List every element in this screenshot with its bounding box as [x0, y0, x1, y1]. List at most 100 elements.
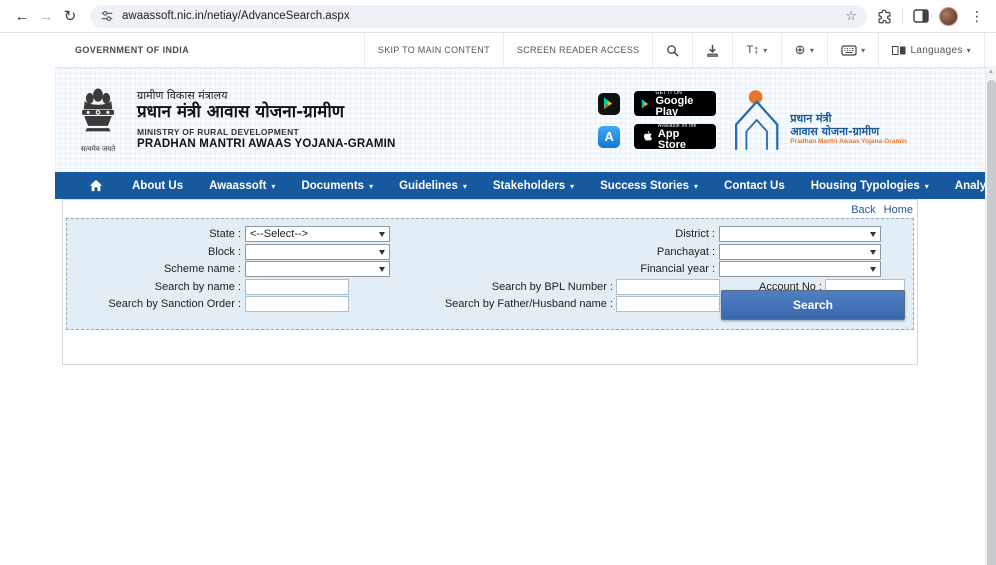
page-scrollbar[interactable]: ▲ — [985, 66, 996, 565]
bpl-number-label: Search by BPL Number : — [443, 281, 613, 293]
browser-menu-icon[interactable]: ⋮ — [968, 8, 986, 25]
nav-home[interactable] — [73, 172, 119, 199]
search-panel: Back Home State : <--Select--> District … — [62, 199, 918, 365]
nav-documents[interactable]: Documents ▾ — [288, 172, 386, 199]
state-select[interactable]: <--Select--> — [245, 226, 390, 242]
block-select[interactable] — [245, 244, 390, 260]
pmayg-house-icon — [730, 88, 788, 152]
extensions-icon[interactable] — [877, 9, 892, 24]
nav-label: Housing Typologies — [811, 180, 920, 192]
skip-label: SKIP TO MAIN CONTENT — [378, 45, 490, 55]
address-bar[interactable]: awaassoft.nic.in/netiay/AdvanceSearch.as… — [90, 5, 867, 28]
text-size-button[interactable]: T↕ ▾ — [732, 33, 780, 67]
forward-icon[interactable]: → — [34, 8, 58, 25]
side-panel-icon[interactable] — [913, 9, 929, 23]
father-husband-name-input[interactable] — [616, 296, 720, 312]
download-button[interactable] — [692, 33, 732, 67]
bpl-number-input[interactable] — [616, 279, 720, 295]
screen-reader-label: SCREEN READER ACCESS — [517, 45, 640, 55]
app-store-badge[interactable]: Available on the App Store — [634, 124, 716, 149]
chevron-down-icon — [379, 232, 385, 240]
ashoka-emblem-icon — [76, 87, 120, 145]
search-by-name-input[interactable] — [245, 279, 349, 295]
skip-to-main-content-link[interactable]: SKIP TO MAIN CONTENT — [364, 33, 503, 67]
nav-about-us[interactable]: About Us — [119, 172, 196, 199]
state-label: State : — [71, 228, 241, 240]
scrollbar-up-icon[interactable]: ▲ — [986, 66, 996, 79]
google-play-badge[interactable]: GET IT ON Google Play — [634, 91, 716, 116]
google-play-name: Google Play — [656, 96, 710, 118]
search-button[interactable] — [652, 33, 692, 67]
nav-label: Contact Us — [724, 180, 785, 192]
search-submit-button[interactable]: Search — [721, 290, 905, 320]
nav-contact-us[interactable]: Contact Us — [711, 172, 798, 199]
nav-guidelines[interactable]: Guidelines ▾ — [386, 172, 480, 199]
nav-label: Documents — [301, 180, 364, 192]
page: GOVERNMENT OF INDIA SKIP TO MAIN CONTENT… — [0, 33, 996, 565]
chevron-down-icon — [379, 267, 385, 275]
chevron-down-icon: ▾ — [925, 182, 929, 191]
nav-label: About Us — [132, 180, 183, 192]
nav-awaassoft[interactable]: Awaassoft ▾ — [196, 172, 288, 199]
nav-stakeholders[interactable]: Stakeholders ▾ — [480, 172, 587, 199]
home-link[interactable]: Home — [884, 204, 913, 216]
utility-actions: SKIP TO MAIN CONTENT SCREEN READER ACCES… — [364, 33, 985, 67]
header-right: GET IT ON Google Play A Available on the — [598, 88, 985, 152]
theme-contrast-button[interactable]: ⊕ ▾ — [781, 33, 828, 67]
advanced-search-form: State : <--Select--> District : Block : … — [66, 218, 914, 330]
nav-label: Stakeholders — [493, 180, 565, 192]
search-icon — [666, 44, 679, 57]
languages-menu[interactable]: Languages ▾ — [878, 33, 985, 67]
apple-icon — [641, 130, 653, 144]
logo-line1: प्रधान मंत्री — [790, 112, 907, 125]
pmayg-logo-text: प्रधान मंत्री आवास योजना-ग्रामीण Pradhan… — [790, 112, 907, 152]
app-store-row: A Available on the App Store — [598, 124, 716, 149]
panchayat-select[interactable] — [719, 244, 881, 260]
sanction-order-input[interactable] — [245, 296, 349, 312]
chevron-down-icon — [379, 250, 385, 258]
main-content: Back Home State : <--Select--> District … — [55, 199, 985, 365]
bookmark-icon[interactable]: ☆ — [845, 8, 857, 24]
district-label: District : — [565, 228, 715, 240]
url-text[interactable]: awaassoft.nic.in/netiay/AdvanceSearch.as… — [122, 10, 350, 22]
brand-block[interactable]: सत्यमेव जयते ग्रामीण विकास मंत्रालय प्रध… — [55, 87, 396, 154]
site-info-icon[interactable] — [100, 9, 114, 23]
scheme-title-hindi: प्रधान मंत्री आवास योजना-ग्रामीण — [137, 102, 396, 123]
app-store-name: App Store — [658, 129, 709, 151]
google-play-mini-icon[interactable] — [598, 93, 620, 115]
browser-toolbar: ← → ↻ awaassoft.nic.in/netiay/AdvanceSea… — [0, 0, 996, 33]
financial-year-select[interactable] — [719, 261, 881, 277]
national-emblem: सत्यमेव जयते — [69, 87, 127, 154]
panel-spacer — [63, 330, 917, 364]
virtual-keyboard-button[interactable]: ▾ — [827, 33, 878, 67]
scrollbar-thumb[interactable] — [987, 80, 996, 565]
financial-year-label: Financial year : — [565, 263, 715, 275]
chevron-down-icon: ▾ — [967, 46, 971, 55]
site-shell: GOVERNMENT OF INDIA SKIP TO MAIN CONTENT… — [55, 33, 985, 365]
block-label: Block : — [71, 246, 241, 258]
nav-label: Awaassoft — [209, 180, 266, 192]
contrast-icon: ⊕ — [795, 42, 806, 58]
back-link[interactable]: Back — [851, 204, 875, 216]
logo-line3: Pradhan Mantri Awaas Yojana-Gramin — [790, 138, 907, 146]
nav-housing-typologies[interactable]: Housing Typologies ▾ — [798, 172, 942, 199]
ministry-title-english: MINISTRY OF RURAL DEVELOPMENT — [137, 127, 396, 138]
toolbar-divider — [902, 8, 903, 24]
search-by-name-label: Search by name : — [71, 281, 241, 293]
languages-icon — [892, 46, 906, 55]
site-titles: ग्रामीण विकास मंत्रालय प्रधान मंत्री आवा… — [137, 89, 396, 152]
scheme-name-select[interactable] — [245, 261, 390, 277]
panchayat-label: Panchayat : — [565, 246, 715, 258]
reload-icon[interactable]: ↻ — [58, 7, 82, 25]
back-icon[interactable]: ← — [10, 8, 34, 25]
app-store-badges: GET IT ON Google Play A Available on the — [598, 91, 716, 149]
nav-success-stories[interactable]: Success Stories ▾ — [587, 172, 711, 199]
profile-avatar[interactable] — [939, 7, 958, 26]
scheme-title-english: PRADHAN MANTRI AWAAS YOJANA-GRAMIN — [137, 137, 396, 151]
district-select[interactable] — [719, 226, 881, 242]
chevron-down-icon: ▾ — [810, 46, 814, 55]
screen-reader-access-link[interactable]: SCREEN READER ACCESS — [503, 33, 653, 67]
nav-label: Guidelines — [399, 180, 458, 192]
app-store-mini-icon[interactable]: A — [598, 126, 620, 148]
google-play-row: GET IT ON Google Play — [598, 91, 716, 116]
